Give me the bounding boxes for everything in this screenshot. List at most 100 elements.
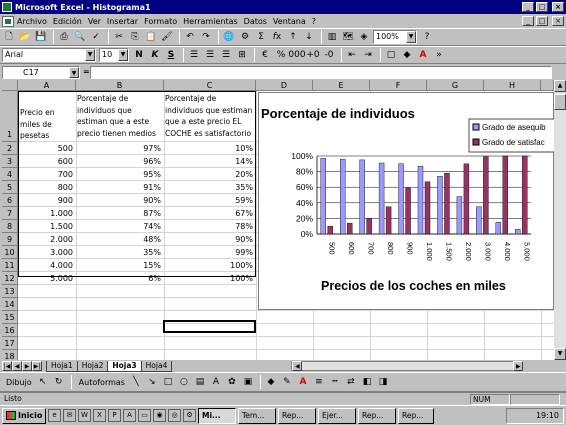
zoom-select[interactable]: 100% ▼	[373, 30, 417, 44]
col-header-i[interactable]	[541, 80, 554, 91]
task-button-2[interactable]: Rep...	[278, 407, 316, 424]
menu-datos[interactable]: Datos	[244, 17, 267, 26]
menu-herramientas[interactable]: Herramientas	[183, 17, 238, 26]
doc-close-button[interactable]: ×	[552, 16, 564, 26]
table-cell[interactable]: 99%	[164, 246, 253, 259]
table-cell[interactable]: 20%	[164, 168, 253, 181]
scroll-down-icon[interactable]: ▼	[554, 348, 566, 360]
sort-desc-icon[interactable]: ↓	[302, 30, 316, 44]
table-cell[interactable]: 90%	[76, 194, 161, 207]
quicklaunch-word-icon[interactable]: W	[78, 409, 91, 422]
table-cell[interactable]: 1.000	[18, 207, 73, 220]
horizontal-scrollbar[interactable]: ◀ ▶	[291, 361, 524, 371]
undo-icon[interactable]: ↶	[183, 30, 197, 44]
minimize-button[interactable]: _	[522, 2, 534, 12]
close-button[interactable]: ×	[552, 2, 564, 12]
currency-icon[interactable]: €	[258, 48, 272, 62]
redo-icon[interactable]: ↷	[199, 30, 213, 44]
thousands-icon[interactable]: 000	[288, 48, 305, 62]
rectangle-icon[interactable]: □	[161, 375, 175, 389]
sort-asc-icon[interactable]: ↑	[286, 30, 300, 44]
row-header-2[interactable]: 2	[2, 142, 18, 155]
row-header-18[interactable]: 18	[2, 350, 18, 360]
quicklaunch-ie-icon[interactable]: e	[48, 409, 61, 422]
quicklaunch-outlook-icon[interactable]: ✉	[63, 409, 76, 422]
menu-ventana[interactable]: Ventana	[273, 17, 306, 26]
row-header-5[interactable]: 5	[2, 181, 18, 194]
autosum-icon[interactable]: Σ	[254, 30, 268, 44]
percent-icon[interactable]: %	[274, 48, 288, 62]
function-icon[interactable]: fx	[270, 30, 284, 44]
bold-button[interactable]: N	[132, 48, 146, 62]
shadow-icon[interactable]: ◧	[360, 375, 374, 389]
menu-edicion[interactable]: Edición	[53, 17, 82, 26]
autoformas-menu[interactable]: Autoformas	[79, 378, 125, 387]
quicklaunch-access-icon[interactable]: A	[123, 409, 136, 422]
line-color-icon[interactable]: ✎	[280, 375, 294, 389]
oval-icon[interactable]: ○	[177, 375, 191, 389]
indent-icon[interactable]: ⇥	[361, 48, 375, 62]
row-header-8[interactable]: 8	[2, 220, 18, 233]
row-header-3[interactable]: 3	[2, 155, 18, 168]
formula-input[interactable]: =	[83, 65, 552, 79]
scroll-up-icon[interactable]: ▲	[554, 80, 566, 92]
header-cell-b1[interactable]: Porcentaje de individuos que estiman que…	[77, 93, 164, 141]
menu-insertar[interactable]: Insertar	[107, 17, 138, 26]
menu-help[interactable]: ?	[312, 17, 316, 26]
fill-color-icon[interactable]: ◆	[400, 48, 414, 62]
cut-icon[interactable]: ✂	[112, 30, 126, 44]
start-button[interactable]: Inicio	[2, 407, 46, 424]
table-cell[interactable]: 10%	[164, 142, 253, 155]
row-header-12[interactable]: 12	[2, 272, 18, 285]
row-header-16[interactable]: 16	[2, 324, 18, 337]
print-icon[interactable]: ⎙	[57, 30, 71, 44]
row-header-15[interactable]: 15	[2, 311, 18, 324]
table-cell[interactable]: 1.500	[18, 220, 73, 233]
table-cell[interactable]: 91%	[76, 181, 161, 194]
table-cell[interactable]: 4.000	[18, 259, 73, 272]
table-cell[interactable]: 35%	[164, 181, 253, 194]
table-cell[interactable]: 87%	[76, 207, 161, 220]
table-cell[interactable]: 700	[18, 168, 73, 181]
spreadsheet-grid[interactable]: A B C D E F G H 1 2 3 4 5 6 7 8 9 10 11 12 13 14 15 16…	[2, 80, 554, 360]
borders-icon[interactable]: ▢	[384, 48, 398, 62]
header-cell-c1[interactable]: Porcentaje de individuos que estiman que…	[165, 93, 255, 141]
next-sheet-icon[interactable]: ▶	[22, 361, 32, 371]
align-center-icon[interactable]: ☰	[203, 48, 217, 62]
last-sheet-icon[interactable]: ▶|	[32, 361, 42, 371]
row-header-10[interactable]: 10	[2, 246, 18, 259]
table-cell[interactable]: 95%	[76, 168, 161, 181]
table-cell[interactable]: 600	[18, 155, 73, 168]
arrow-icon[interactable]: ↘	[145, 375, 159, 389]
table-cell[interactable]: 48%	[76, 233, 161, 246]
col-header-a[interactable]: A	[18, 80, 76, 91]
underline-button[interactable]: S	[164, 48, 178, 62]
col-header-f[interactable]: F	[370, 80, 427, 91]
menu-formato[interactable]: Formato	[144, 17, 177, 26]
new-icon[interactable]: 🗋	[2, 30, 16, 44]
scroll-left-icon[interactable]: ◀	[292, 361, 303, 371]
font-size-select[interactable]: 10 ▼	[99, 48, 129, 62]
font-select[interactable]: Arial ▼	[2, 48, 96, 62]
preview-icon[interactable]: 🔍	[73, 30, 87, 44]
row-header-4[interactable]: 4	[2, 168, 18, 181]
quicklaunch-app-icon-2[interactable]: ◎	[168, 409, 181, 422]
table-cell[interactable]: 90%	[164, 233, 253, 246]
save-icon[interactable]: 💾	[34, 30, 48, 44]
tab-hoja4[interactable]: Hoja4	[140, 360, 173, 372]
row-header-6[interactable]: 6	[2, 194, 18, 207]
row-header-9[interactable]: 9	[2, 233, 18, 246]
task-button-4[interactable]: Rep...	[358, 407, 396, 424]
col-header-e[interactable]: E	[313, 80, 370, 91]
task-button-5[interactable]: Rep...	[398, 407, 434, 424]
col-header-g[interactable]: G	[427, 80, 484, 91]
row-header-1[interactable]: 1	[2, 91, 18, 142]
map-icon[interactable]: 🗺	[341, 30, 355, 44]
table-cell[interactable]: 6%	[76, 272, 161, 285]
clipart-icon[interactable]: ✿	[225, 375, 239, 389]
quicklaunch-excel-icon[interactable]: X	[93, 409, 106, 422]
decrease-decimal-icon[interactable]: -0	[322, 48, 336, 62]
font-color-draw-icon[interactable]: A	[296, 375, 310, 389]
doc-restore-button[interactable]: □	[536, 16, 548, 26]
rotate-icon[interactable]: ↻	[52, 375, 66, 389]
